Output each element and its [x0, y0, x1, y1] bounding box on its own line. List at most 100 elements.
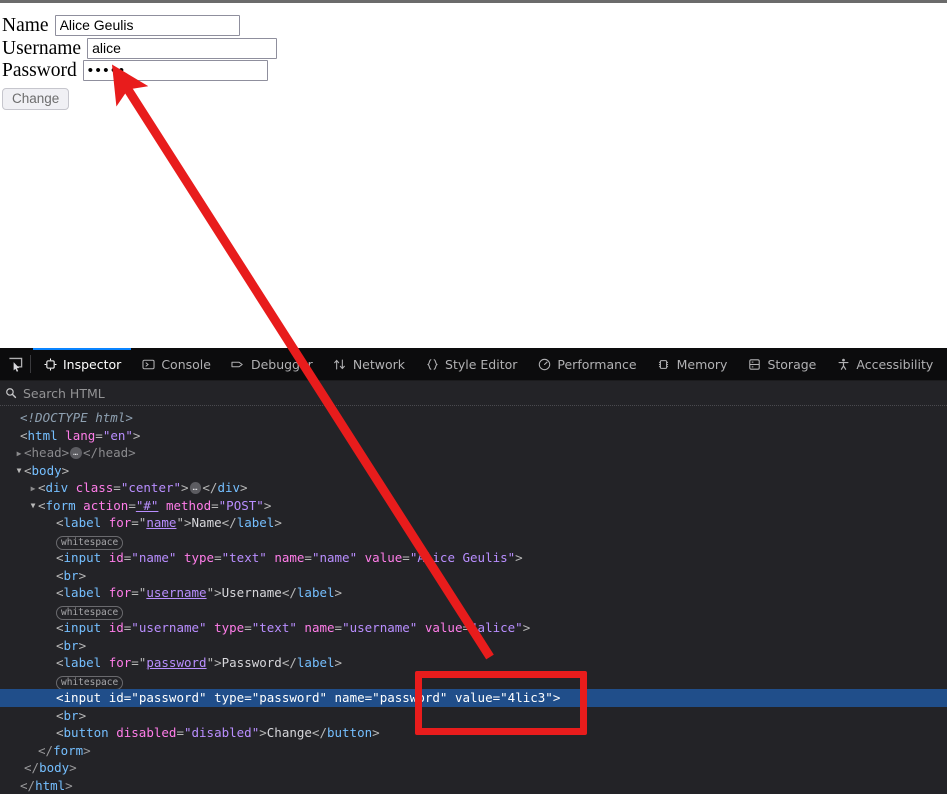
name-input[interactable]	[54, 15, 240, 36]
label-attr-for: for	[108, 515, 132, 530]
collapse-form-twisty[interactable]: ▼	[28, 497, 38, 515]
node-input-username[interactable]: <input id="username" type="text" name="u…	[0, 619, 947, 637]
password-label: Password	[2, 59, 77, 81]
input-tag-name: input	[63, 690, 102, 705]
button-attr-disabled-value: "disabled"	[183, 725, 260, 740]
div-ellipsis-badge[interactable]: …	[189, 482, 202, 494]
tab-network-label: Network	[352, 356, 406, 372]
input-attr-name: name	[334, 690, 365, 705]
input-attr-value-value: "alice"	[470, 620, 523, 635]
tab-storage[interactable]: Storage	[737, 348, 826, 380]
br-tag-name: br	[63, 637, 79, 653]
tab-performance[interactable]: Performance	[527, 348, 646, 380]
input-attr-id-value: "name"	[131, 550, 177, 565]
button-tag-name: button	[63, 725, 109, 740]
node-form-close[interactable]: </form>	[0, 742, 947, 760]
tab-style-editor-label: Style Editor	[445, 356, 518, 372]
input-attr-name: name	[304, 620, 335, 635]
head-close-tag-name: head	[98, 445, 129, 460]
br-tag-name: br	[63, 567, 79, 583]
accessibility-icon	[836, 357, 850, 371]
div-tag-name: div	[45, 480, 69, 495]
node-label-username[interactable]: <label for="username">Username</label>	[0, 584, 947, 602]
node-body[interactable]: ▼ <body>	[0, 462, 947, 480]
change-button[interactable]: Change	[2, 88, 70, 110]
node-div-center[interactable]: ▶ <div class="center">… </div>	[0, 479, 947, 497]
input-attr-type: type	[183, 550, 215, 565]
whitespace-badge: whitespace	[56, 535, 124, 550]
element-picker-icon[interactable]	[0, 348, 30, 380]
input-attr-name: name	[274, 550, 305, 565]
tab-inspector[interactable]: Inspector	[33, 348, 132, 380]
input-attr-type: type	[214, 620, 245, 635]
expand-div-twisty[interactable]: ▶	[28, 480, 38, 498]
input-attr-id-value: "password"	[131, 690, 207, 705]
html-attr-lang-value: "en"	[102, 427, 133, 443]
label-close-tag-name: label	[236, 515, 275, 530]
toolbar-divider	[30, 355, 31, 373]
devtools-toolbar: Inspector Console Debugger Network Style…	[0, 348, 947, 381]
node-br-2[interactable]: <br>	[0, 637, 947, 655]
label-tag-name: label	[63, 585, 102, 600]
username-label: Username	[2, 37, 82, 59]
node-input-name[interactable]: <input id="name" type="text" name="name"…	[0, 549, 947, 567]
button-close-tag-name: button	[326, 725, 373, 740]
label-attr-for-value: username	[146, 585, 207, 600]
head-ellipsis-badge[interactable]: …	[70, 447, 82, 459]
node-whitespace-2[interactable]: whitespace	[0, 602, 947, 620]
html-tag-name: html	[27, 427, 58, 443]
tab-inspector-label: Inspector	[63, 356, 122, 372]
username-input[interactable]	[87, 38, 278, 59]
input-attr-id: id	[108, 620, 124, 635]
tab-console-label: Console	[161, 356, 211, 372]
whitespace-badge: whitespace	[56, 675, 124, 690]
password-input[interactable]	[82, 60, 268, 81]
input-attr-type-value: "text"	[251, 620, 297, 635]
search-input[interactable]: Search HTML	[23, 386, 105, 401]
more-tools-grid-icon[interactable]	[943, 348, 947, 380]
node-head[interactable]: ▶ <head>… </head>	[0, 444, 947, 462]
node-doctype[interactable]: <!DOCTYPE html>	[0, 409, 947, 427]
html-attr-lang: lang	[65, 427, 96, 443]
form-close-tag-name: form	[53, 742, 84, 758]
input-attr-type: type	[214, 690, 245, 705]
form-attr-method: method	[165, 497, 212, 513]
performance-icon	[537, 357, 551, 371]
node-whitespace-1[interactable]: whitespace	[0, 532, 947, 550]
input-attr-type-value: "text"	[221, 550, 267, 565]
body-close-tag-name: body	[39, 760, 70, 775]
label-attr-for: for	[108, 655, 132, 670]
markup-view[interactable]: <!DOCTYPE html> <html lang="en"> ▶ <head>…	[0, 406, 947, 794]
memory-icon	[657, 357, 671, 371]
label-text: Password	[221, 655, 282, 670]
tab-network[interactable]: Network	[323, 348, 415, 380]
br-tag-name: br	[63, 707, 79, 723]
html-close-tag-name: html	[35, 777, 66, 793]
style-editor-icon	[425, 357, 439, 371]
tab-style-editor[interactable]: Style Editor	[415, 348, 527, 380]
red-box-around-password-value	[415, 671, 587, 735]
node-label-password[interactable]: <label for="password">Password</label>	[0, 654, 947, 672]
node-html[interactable]: <html lang="en">	[0, 427, 947, 445]
input-attr-id-value: "username"	[131, 620, 207, 635]
tab-console[interactable]: Console	[131, 348, 221, 380]
expand-head-twisty[interactable]: ▶	[14, 445, 24, 463]
tab-accessibility[interactable]: Accessibility	[826, 348, 943, 380]
network-icon	[333, 357, 347, 371]
input-tag-name: input	[63, 620, 102, 635]
tab-memory-label: Memory	[676, 356, 728, 372]
collapse-body-twisty[interactable]: ▼	[14, 462, 24, 480]
node-html-close[interactable]: </html>	[0, 777, 947, 794]
form-attr-action-value: "#"	[135, 497, 159, 513]
label-attr-for-value: name	[146, 515, 177, 530]
form-attr-action: action	[83, 497, 129, 513]
tab-debugger[interactable]: Debugger	[221, 348, 323, 380]
tab-memory[interactable]: Memory	[647, 348, 738, 380]
form-tag-name: form	[45, 497, 76, 513]
form-row-password: Password	[2, 60, 268, 81]
node-br-1[interactable]: <br>	[0, 567, 947, 585]
node-form[interactable]: ▼ <form action="#" method="POST">	[0, 497, 947, 515]
node-label-name[interactable]: <label for="name">Name</label>	[0, 514, 947, 532]
node-body-close[interactable]: </body>	[0, 759, 947, 777]
markup-search-bar[interactable]: Search HTML	[0, 381, 947, 406]
